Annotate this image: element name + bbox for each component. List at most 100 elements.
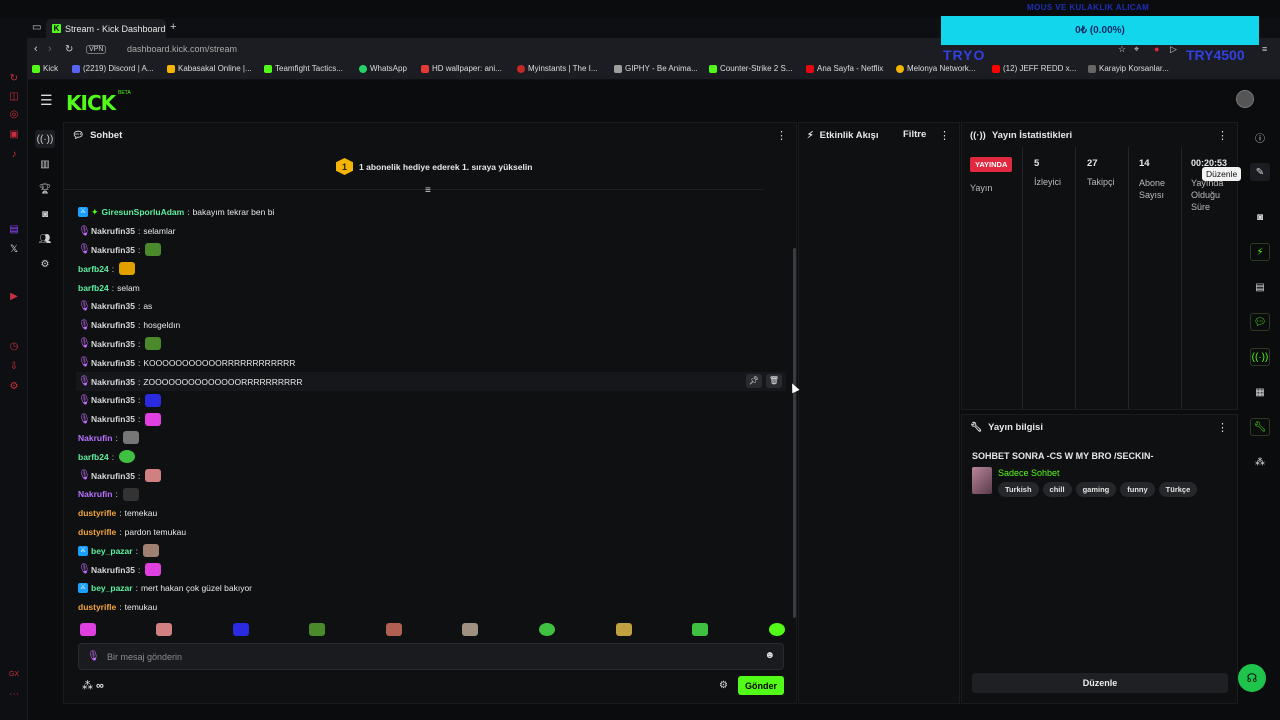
- chat-username[interactable]: Nakrufin35: [91, 320, 135, 330]
- download-icon[interactable]: ⇩: [8, 360, 20, 372]
- category-thumbnail[interactable]: [972, 467, 992, 494]
- chat-message[interactable]: 🎙︎ Nakrufin35: selamlar: [76, 222, 786, 241]
- tag-chip[interactable]: funny: [1120, 482, 1155, 497]
- emote-icon[interactable]: [462, 623, 478, 636]
- emote-icon[interactable]: [80, 623, 96, 636]
- bookmark-item[interactable]: Karayip Korsanlar...: [1088, 64, 1169, 73]
- chat-options-icon[interactable]: ⋮: [776, 129, 787, 142]
- community-nav-icon[interactable]: 👥︎: [35, 230, 55, 248]
- edit-info-button[interactable]: Düzenle: [972, 673, 1228, 693]
- chat-message[interactable]: 🎙︎ Nakrufin35: hosgeldın: [76, 316, 786, 335]
- info-icon[interactable]: ⓘ: [1250, 128, 1270, 146]
- chat-message[interactable]: barfb24: selam: [76, 278, 786, 297]
- send-button[interactable]: Gönder: [738, 676, 784, 695]
- bookmark-item[interactable]: Counter-Strike 2 S...: [709, 64, 792, 73]
- emoji-picker-icon[interactable]: ☻: [764, 650, 775, 661]
- emote-icon[interactable]: [386, 623, 402, 636]
- chat-message[interactable]: Nakrufin:: [76, 485, 786, 504]
- broadcast-tool-icon[interactable]: ((·)): [1250, 348, 1270, 366]
- bookmark-item[interactable]: (2219) Discord | A...: [72, 64, 154, 73]
- analytics-nav-icon[interactable]: ▥: [35, 155, 55, 173]
- bookmark-icon[interactable]: ☆: [1118, 44, 1126, 55]
- bag-icon[interactable]: ◫: [8, 90, 20, 102]
- x-icon[interactable]: 𝕏: [8, 243, 20, 255]
- clock-icon[interactable]: ◷: [8, 340, 20, 352]
- trophy-nav-icon[interactable]: 🏆︎: [35, 180, 55, 198]
- kick-logo[interactable]: KICK: [66, 91, 116, 115]
- chat-message[interactable]: 🎙︎ Nakrufin35:: [76, 391, 786, 410]
- messenger-icon[interactable]: ◎: [8, 108, 20, 120]
- bookmark-item[interactable]: GIPHY - Be Anima...: [614, 64, 698, 73]
- settings-icon[interactable]: ⚙: [8, 380, 20, 392]
- chat-username[interactable]: barfb24: [78, 264, 109, 274]
- tag-chip[interactable]: Türkçe: [1158, 482, 1198, 497]
- chat-message[interactable]: ⚔ bey_pazar:: [76, 541, 786, 560]
- chat-username[interactable]: Nakrufin: [78, 433, 112, 443]
- clipboard-icon[interactable]: ▤: [1250, 278, 1270, 296]
- filter-icon[interactable]: ≡: [425, 185, 431, 196]
- bookmark-item[interactable]: Melonya Network...: [896, 64, 975, 73]
- chat-icon[interactable]: 💬︎: [1250, 313, 1270, 331]
- chat-username[interactable]: Nakrufin35: [91, 414, 135, 424]
- stats-options-icon[interactable]: ⋮: [1217, 129, 1228, 142]
- chat-username[interactable]: dustyrifle: [78, 508, 116, 518]
- chat-username[interactable]: Nakrufin: [78, 489, 112, 499]
- wrench-tool-icon[interactable]: 🔧︎: [1250, 418, 1270, 436]
- tag-chip[interactable]: Turkish: [998, 482, 1039, 497]
- chat-message[interactable]: 🎙︎ Nakrufin35:: [76, 241, 786, 260]
- chat-message[interactable]: 🎙︎ Nakrufin35: KOOOOOOOOOOORRRRRRRRRRRR: [76, 353, 786, 372]
- record-icon[interactable]: ●: [1154, 44, 1159, 54]
- chat-username[interactable]: dustyrifle: [78, 602, 116, 612]
- category-name[interactable]: Sadece Sohbet: [998, 468, 1060, 478]
- chat-username[interactable]: Nakrufin35: [91, 565, 135, 575]
- chat-username[interactable]: barfb24: [78, 283, 109, 293]
- community-icon[interactable]: ⁂: [1250, 453, 1270, 471]
- emote-icon[interactable]: [309, 623, 325, 636]
- tag-chip[interactable]: chill: [1042, 482, 1072, 497]
- activity-options-icon[interactable]: ⋮: [939, 129, 950, 142]
- gx-icon[interactable]: GX: [8, 668, 20, 680]
- chat-username[interactable]: barfb24: [78, 452, 109, 462]
- reload-icon[interactable]: ↻: [65, 44, 73, 55]
- chat-username[interactable]: Nakrufin35: [91, 471, 135, 481]
- vpn-badge[interactable]: VPN: [86, 44, 107, 54]
- twitch-icon[interactable]: ▤: [8, 223, 20, 235]
- bookmark-item[interactable]: Ana Sayfa - Netflix: [806, 64, 883, 73]
- bookmark-item[interactable]: Kabasakal Online |...: [167, 64, 252, 73]
- menu-icon[interactable]: ≡: [1262, 44, 1267, 54]
- chat-message[interactable]: 🎙︎ Nakrufin35: ZOOOOOOOOOOOOOORRRRRRRRRR 📌…: [76, 372, 786, 391]
- chat-message[interactable]: ⚔ bey_pazar: mert hakan çok güzel bakıyor: [76, 579, 786, 598]
- chat-message[interactable]: 🎙︎ Nakrufin35: as: [76, 297, 786, 316]
- delete-message-icon[interactable]: 🗑︎: [766, 374, 782, 389]
- layout-icon[interactable]: ▦: [1250, 383, 1270, 401]
- play-icon[interactable]: ▷: [1170, 44, 1177, 55]
- pin-message-icon[interactable]: 📌︎: [746, 374, 762, 389]
- forward-icon[interactable]: ›: [48, 43, 52, 55]
- chat-username[interactable]: Nakrufin35: [91, 339, 135, 349]
- chat-message[interactable]: Nakrufin:: [76, 429, 786, 448]
- chat-message[interactable]: dustyrifle: temukau: [76, 598, 786, 617]
- bookmark-item[interactable]: Myinstants | The I...: [517, 64, 598, 73]
- chat-input[interactable]: 🎙︎ Bir mesaj gönderin ☻: [78, 643, 784, 670]
- bookmark-item[interactable]: HD wallpaper: ani...: [421, 64, 502, 73]
- url-text[interactable]: dashboard.kick.com/stream: [127, 44, 237, 54]
- chat-username[interactable]: Nakrufin35: [91, 226, 135, 236]
- player-icon[interactable]: ▶: [8, 290, 20, 302]
- chat-scrollbar[interactable]: [793, 248, 796, 618]
- chat-username[interactable]: Nakrufin35: [91, 301, 135, 311]
- emote-icon[interactable]: [769, 623, 785, 636]
- edit-icon[interactable]: ✎: [1250, 163, 1270, 181]
- chat-username[interactable]: Nakrufin35: [91, 245, 135, 255]
- chat-username[interactable]: bey_pazar: [91, 583, 133, 593]
- mod-tools-icon[interactable]: ◙: [1250, 208, 1270, 226]
- chat-message[interactable]: 🎙︎ Nakrufin35:: [76, 335, 786, 354]
- chat-username[interactable]: GiresunSporluAdam: [102, 207, 185, 217]
- moderation-nav-icon[interactable]: ◙: [35, 205, 55, 223]
- emote-icon[interactable]: [692, 623, 708, 636]
- chat-username[interactable]: Nakrufin35: [91, 358, 135, 368]
- settings-nav-icon[interactable]: ⚙: [35, 255, 55, 273]
- workspace-icon[interactable]: ▭: [32, 22, 41, 33]
- activity-filter-button[interactable]: Filtre: [903, 129, 926, 140]
- chat-message[interactable]: ⚔ ✦ GiresunSporluAdam: bakayım tekrar ben b…: [76, 203, 786, 222]
- instagram-icon[interactable]: ▣: [8, 128, 20, 140]
